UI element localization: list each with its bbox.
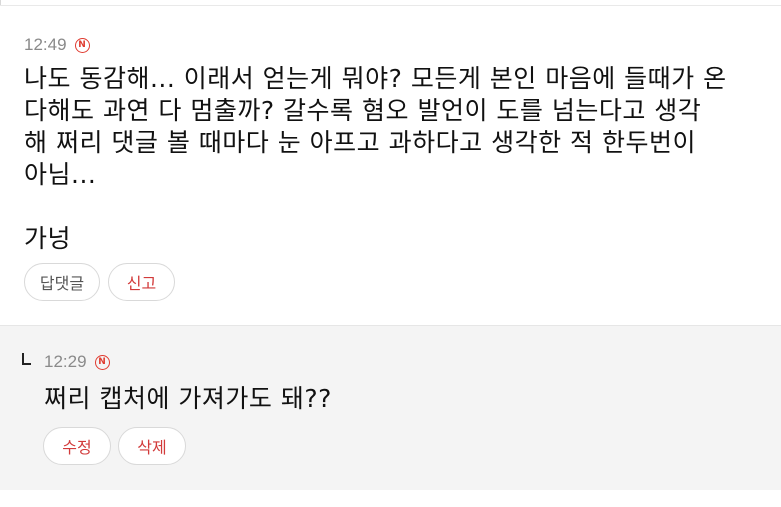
delete-button[interactable]: 삭제 — [118, 427, 186, 465]
next-item-area — [0, 490, 781, 507]
comment-meta: 12:49 N — [24, 35, 90, 55]
reply-text: 쩌리 캡처에 가져가도 돼?? — [44, 384, 332, 413]
report-button[interactable]: 신고 — [108, 263, 175, 301]
edit-button[interactable]: 수정 — [43, 427, 111, 465]
new-badge-icon: N — [74, 37, 90, 53]
reply-meta: 12:29 N — [44, 352, 110, 372]
reply-comment-button[interactable]: 답댓글 — [24, 263, 100, 301]
reply-item: 12:29 N 쩌리 캡처에 가져가도 돼?? — [0, 325, 781, 491]
new-badge-icon: N — [94, 354, 110, 370]
reply-arrow-icon — [22, 353, 31, 365]
reply-time: 12:29 — [44, 352, 87, 371]
comment-time: 12:49 — [24, 35, 67, 54]
comment-text: 나도 동감해... 이래서 얻는게 뭐야? 모든게 본인 마음에 들때가 온 다… — [24, 64, 727, 253]
